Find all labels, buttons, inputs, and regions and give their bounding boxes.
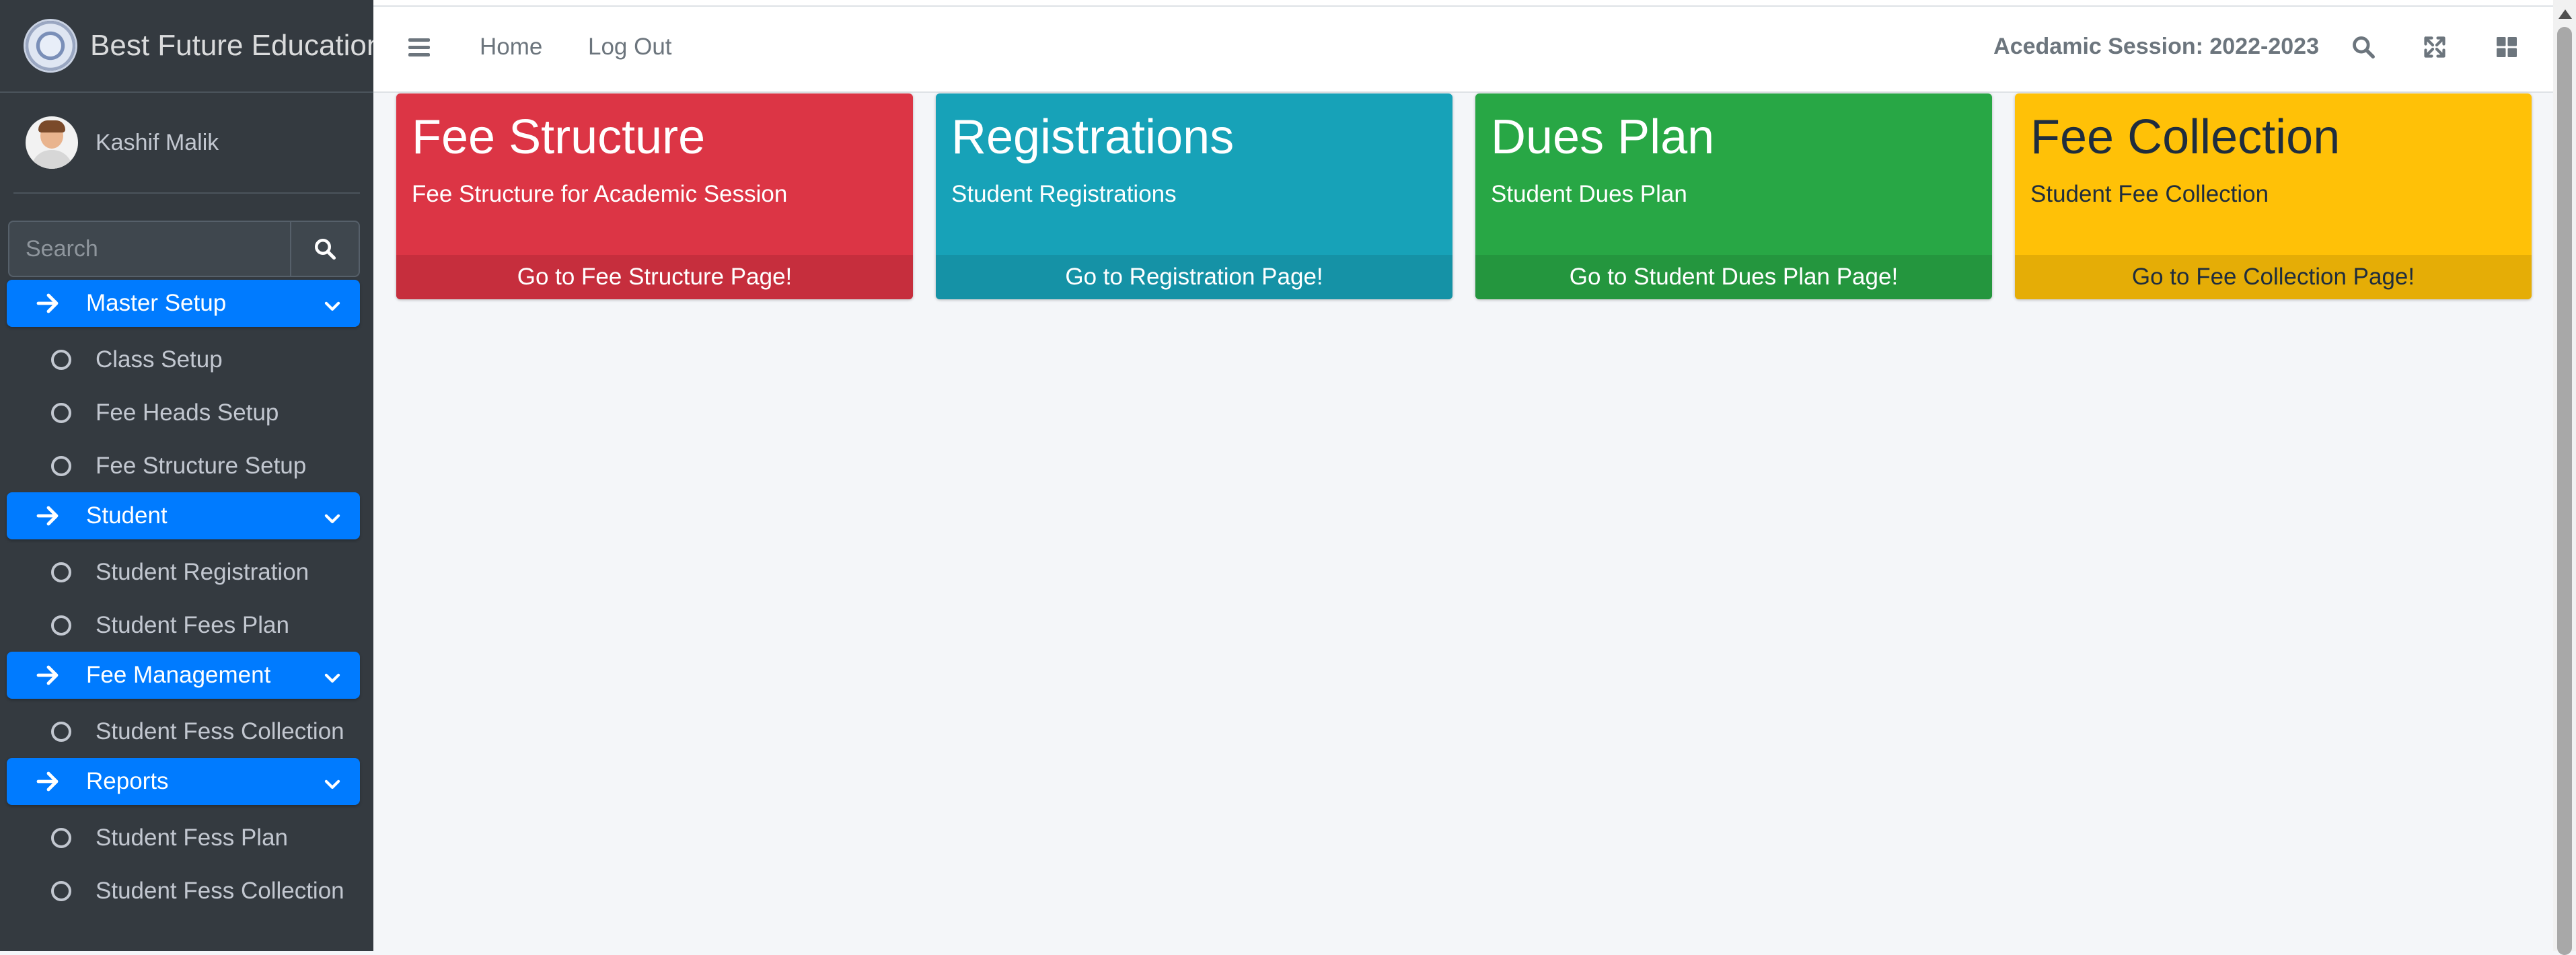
card-fee-structure: Fee Structure Fee Structure for Academic… [396,93,913,299]
sidebar-item-report-fess-plan[interactable]: Student Fess Plan [7,811,360,864]
circle-icon [51,349,71,370]
brand-logo [26,21,75,71]
card-registrations: Registrations Student Registrations Go t… [936,93,1452,299]
brand-link[interactable]: Best Future Education S [0,0,373,93]
arrow-right-icon [36,506,59,526]
card-subtitle: Fee Structure for Academic Session [412,181,788,207]
sidebar-group-fee-management[interactable]: Fee Management [7,652,360,699]
chevron-down-icon [324,779,340,789]
chevron-down-icon [324,673,340,683]
card-title: Dues Plan [1491,110,1715,164]
navbar-search-button[interactable] [2347,31,2380,63]
nav-link-home[interactable]: Home [480,34,542,61]
sidebar-group-label: Fee Management [86,662,271,688]
card-title: Fee Structure [412,110,706,164]
fee-structure-page-link[interactable]: Go to Fee Structure Page! [396,255,913,299]
sidebar-item-label: Student Fess Collection [96,718,344,744]
sidebar-search [8,221,360,277]
search-icon [315,239,336,260]
avatar [26,116,78,169]
main-header: Home Log Out Acedamic Session: 2022-2023 [373,7,2553,93]
sidebar-nav: Master Setup Class Setup Fee Heads Setup… [7,280,360,917]
sidebar-item-label: Student Registration [96,558,309,585]
top-edge [373,0,2576,7]
fee-collection-page-link[interactable]: Go to Fee Collection Page! [2015,255,2532,299]
scroll-up-icon[interactable] [2559,9,2572,19]
user-panel[interactable]: Kashif Malik [13,93,360,194]
user-name[interactable]: Kashif Malik [96,130,219,156]
nav-link-logout[interactable]: Log Out [588,34,672,61]
circle-icon [51,562,71,582]
sidebar-group-master-setup[interactable]: Master Setup [7,280,360,327]
arrow-right-icon [36,665,59,685]
sidebar-item-report-fess-collection[interactable]: Student Fess Collection [7,864,360,917]
fullscreen-button[interactable] [2419,31,2451,63]
card-subtitle: Student Registrations [951,181,1177,207]
card-dues-plan: Dues Plan Student Dues Plan Go to Studen… [1475,93,1992,299]
arrow-right-icon [36,293,59,313]
sidebar-group-label: Student [86,502,168,529]
registration-page-link[interactable]: Go to Registration Page! [936,255,1452,299]
sidebar-item-student-fess-collection[interactable]: Student Fess Collection [7,705,360,758]
chevron-down-icon [324,514,340,523]
sidebar-item-student-registration[interactable]: Student Registration [7,545,360,599]
sidebar-item-student-fees-plan[interactable]: Student Fees Plan [7,599,360,652]
search-input[interactable] [8,221,290,277]
sidebar-group-reports[interactable]: Reports [7,758,360,805]
sidebar-group-label: Master Setup [86,290,227,316]
sidebar-item-label: Fee Structure Setup [96,452,307,479]
circle-icon [51,402,71,423]
arrow-right-icon [36,771,59,792]
sidebar-item-fee-heads-setup[interactable]: Fee Heads Setup [7,386,360,439]
circle-icon [51,721,71,742]
card-subtitle: Student Fee Collection [2030,181,2269,207]
grid-icon [2497,37,2517,57]
control-sidebar-button[interactable] [2491,31,2523,63]
circle-icon [51,455,71,476]
sidebar-item-label: Student Fees Plan [96,611,289,638]
dues-plan-page-link[interactable]: Go to Student Dues Plan Page! [1475,255,1992,299]
card-fee-collection: Fee Collection Student Fee Collection Go… [2015,93,2532,299]
search-icon [2353,36,2375,59]
circle-icon [51,615,71,636]
sidebar-item-fee-structure-setup[interactable]: Fee Structure Setup [7,439,360,492]
card-subtitle: Student Dues Plan [1491,181,1687,207]
main-sidebar: Best Future Education S Kashif Malik Mas… [0,0,373,951]
sidebar-group-student[interactable]: Student [7,492,360,539]
scroll-thumb[interactable] [2557,27,2572,955]
sidebar-group-label: Reports [86,768,169,794]
card-title: Registrations [951,110,1235,164]
fullscreen-icon [2424,36,2445,58]
academic-session: Acedamic Session: 2022-2023 [1993,34,2319,59]
brand-name: Best Future Education S [90,29,373,62]
sidebar-item-label: Student Fess Collection [96,877,344,904]
card-title: Fee Collection [2030,110,2341,164]
circle-icon [51,827,71,848]
search-button[interactable] [290,221,360,277]
circle-icon [51,880,71,901]
chevron-down-icon [324,301,340,311]
sidebar-item-label: Class Setup [96,346,223,373]
menu-toggle-icon[interactable] [408,38,430,56]
sidebar-item-label: Fee Heads Setup [96,399,279,426]
page-scrollbar[interactable] [2553,0,2576,955]
sidebar-item-class-setup[interactable]: Class Setup [7,333,360,386]
sidebar-item-label: Student Fess Plan [96,824,288,851]
